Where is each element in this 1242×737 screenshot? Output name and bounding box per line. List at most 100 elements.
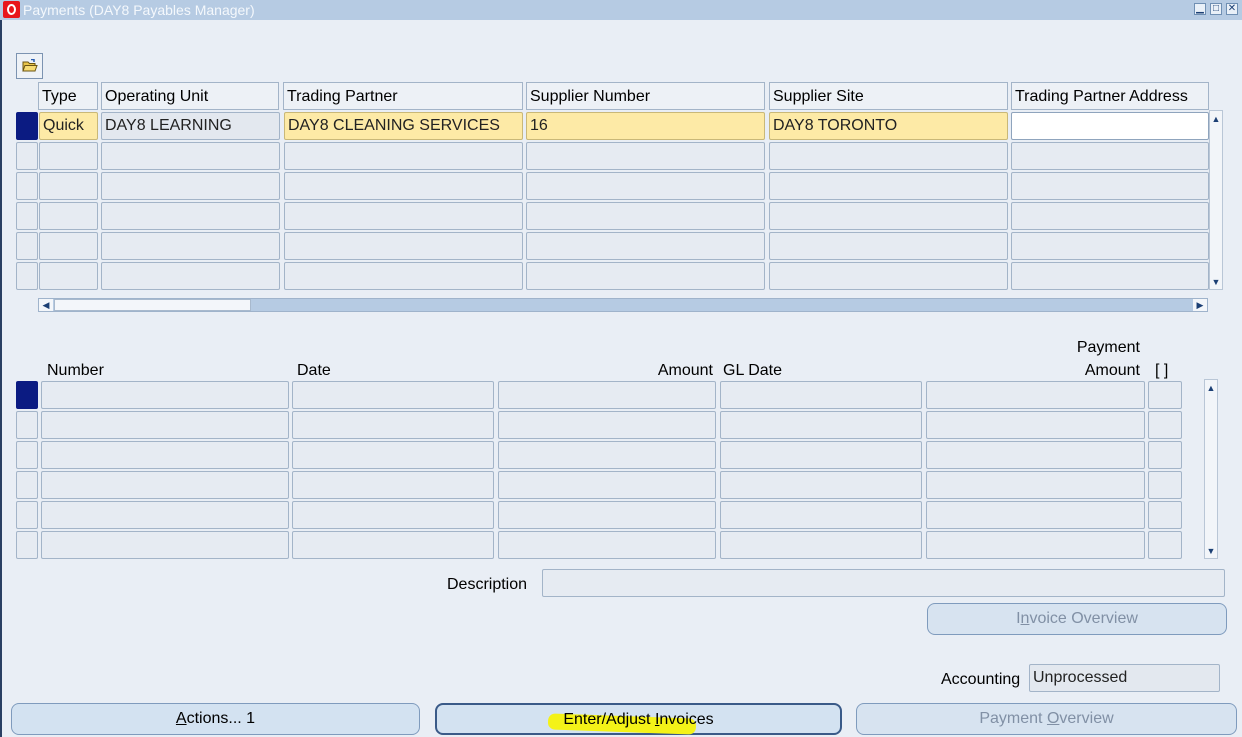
amount-cell[interactable]: [498, 471, 716, 499]
row-selector-active[interactable]: [16, 112, 38, 140]
row-selector[interactable]: [16, 262, 38, 290]
payment-amount-cell[interactable]: [926, 501, 1145, 529]
close-icon[interactable]: ✕: [1226, 3, 1238, 15]
supplier-number-cell[interactable]: [526, 202, 765, 230]
flag-cell[interactable]: [1148, 501, 1182, 529]
number-cell[interactable]: [41, 381, 289, 409]
master-vertical-scrollbar[interactable]: ▲ ▼: [1209, 110, 1223, 290]
trading-partner-field[interactable]: DAY8 CLEANING SERVICES: [284, 112, 523, 140]
scroll-down-icon[interactable]: ▼: [1205, 544, 1217, 558]
row-selector[interactable]: [16, 172, 38, 200]
supplier-number-cell[interactable]: [526, 232, 765, 260]
trading-partner-cell[interactable]: [284, 202, 523, 230]
detail-row-selector-active[interactable]: [16, 381, 38, 409]
type-cell[interactable]: [39, 172, 98, 200]
amount-cell[interactable]: [498, 441, 716, 469]
row-selector[interactable]: [16, 202, 38, 230]
supplier-number-cell[interactable]: [526, 262, 765, 290]
supplier-site-field[interactable]: DAY8 TORONTO: [769, 112, 1008, 140]
row-selector[interactable]: [16, 232, 38, 260]
description-field[interactable]: [542, 569, 1225, 597]
row-selector[interactable]: [16, 142, 38, 170]
type-cell[interactable]: [39, 202, 98, 230]
operating-unit-cell[interactable]: [101, 232, 280, 260]
number-cell[interactable]: [41, 531, 289, 559]
detail-row-selector[interactable]: [16, 471, 38, 499]
number-cell[interactable]: [41, 411, 289, 439]
flag-cell[interactable]: [1148, 411, 1182, 439]
scroll-down-icon[interactable]: ▼: [1210, 275, 1222, 289]
flag-cell[interactable]: [1148, 441, 1182, 469]
gl-date-cell[interactable]: [720, 411, 922, 439]
detail-row-selector[interactable]: [16, 441, 38, 469]
supplier-site-cell[interactable]: [769, 172, 1008, 200]
operating-unit-cell[interactable]: [101, 262, 280, 290]
horizontal-scroll-thumb[interactable]: [54, 299, 251, 311]
gl-date-cell[interactable]: [720, 441, 922, 469]
flag-cell[interactable]: [1148, 381, 1182, 409]
maximize-icon[interactable]: □: [1210, 3, 1222, 15]
payment-amount-cell[interactable]: [926, 411, 1145, 439]
trading-partner-address-cell[interactable]: [1011, 232, 1209, 260]
gl-date-cell[interactable]: [720, 471, 922, 499]
trading-partner-address-cell[interactable]: [1011, 172, 1209, 200]
actions-button[interactable]: Actions... 1: [11, 703, 420, 735]
date-cell[interactable]: [292, 531, 494, 559]
supplier-number-cell[interactable]: [526, 142, 765, 170]
scroll-up-icon[interactable]: ▲: [1205, 381, 1217, 395]
date-cell[interactable]: [292, 501, 494, 529]
gl-date-cell[interactable]: [720, 381, 922, 409]
detail-row-selector[interactable]: [16, 411, 38, 439]
detail-row-selector[interactable]: [16, 531, 38, 559]
oracle-app-icon[interactable]: [3, 1, 20, 18]
supplier-number-field[interactable]: 16: [526, 112, 765, 140]
supplier-site-cell[interactable]: [769, 262, 1008, 290]
trading-partner-address-cell[interactable]: [1011, 262, 1209, 290]
amount-cell[interactable]: [498, 381, 716, 409]
operating-unit-cell[interactable]: [101, 202, 280, 230]
supplier-site-cell[interactable]: [769, 202, 1008, 230]
amount-cell[interactable]: [498, 531, 716, 559]
number-cell[interactable]: [41, 471, 289, 499]
trading-partner-cell[interactable]: [284, 232, 523, 260]
type-cell[interactable]: [39, 262, 98, 290]
payment-amount-cell[interactable]: [926, 381, 1145, 409]
enter-adjust-invoices-label[interactable]: Enter/Adjust Invoices: [435, 711, 842, 729]
type-field[interactable]: Quick: [39, 112, 98, 140]
flag-cell[interactable]: [1148, 531, 1182, 559]
trading-partner-address-field[interactable]: [1011, 112, 1209, 140]
number-cell[interactable]: [41, 441, 289, 469]
scroll-left-icon[interactable]: ◀: [39, 299, 53, 311]
detail-vertical-scrollbar[interactable]: ▲ ▼: [1204, 379, 1218, 559]
operating-unit-cell[interactable]: [101, 142, 280, 170]
scroll-up-icon[interactable]: ▲: [1210, 112, 1222, 126]
flag-cell[interactable]: [1148, 471, 1182, 499]
date-cell[interactable]: [292, 441, 494, 469]
amount-cell[interactable]: [498, 411, 716, 439]
gl-date-cell[interactable]: [720, 531, 922, 559]
date-cell[interactable]: [292, 381, 494, 409]
payment-amount-cell[interactable]: [926, 471, 1145, 499]
trading-partner-address-cell[interactable]: [1011, 202, 1209, 230]
operating-unit-field[interactable]: DAY8 LEARNING: [101, 112, 280, 140]
type-cell[interactable]: [39, 142, 98, 170]
scroll-right-icon[interactable]: ▶: [1193, 299, 1207, 311]
minimize-icon[interactable]: ▁: [1194, 3, 1206, 15]
supplier-site-cell[interactable]: [769, 142, 1008, 170]
supplier-site-cell[interactable]: [769, 232, 1008, 260]
payment-amount-cell[interactable]: [926, 441, 1145, 469]
operating-unit-cell[interactable]: [101, 172, 280, 200]
supplier-number-cell[interactable]: [526, 172, 765, 200]
trading-partner-cell[interactable]: [284, 142, 523, 170]
trading-partner-address-cell[interactable]: [1011, 142, 1209, 170]
payment-overview-button[interactable]: Payment Overview: [856, 703, 1237, 735]
amount-cell[interactable]: [498, 501, 716, 529]
trading-partner-cell[interactable]: [284, 262, 523, 290]
trading-partner-cell[interactable]: [284, 172, 523, 200]
number-cell[interactable]: [41, 501, 289, 529]
payment-amount-cell[interactable]: [926, 531, 1145, 559]
invoice-overview-button[interactable]: Invoice Overview: [927, 603, 1227, 635]
gl-date-cell[interactable]: [720, 501, 922, 529]
date-cell[interactable]: [292, 411, 494, 439]
folder-open-button[interactable]: [16, 53, 43, 79]
